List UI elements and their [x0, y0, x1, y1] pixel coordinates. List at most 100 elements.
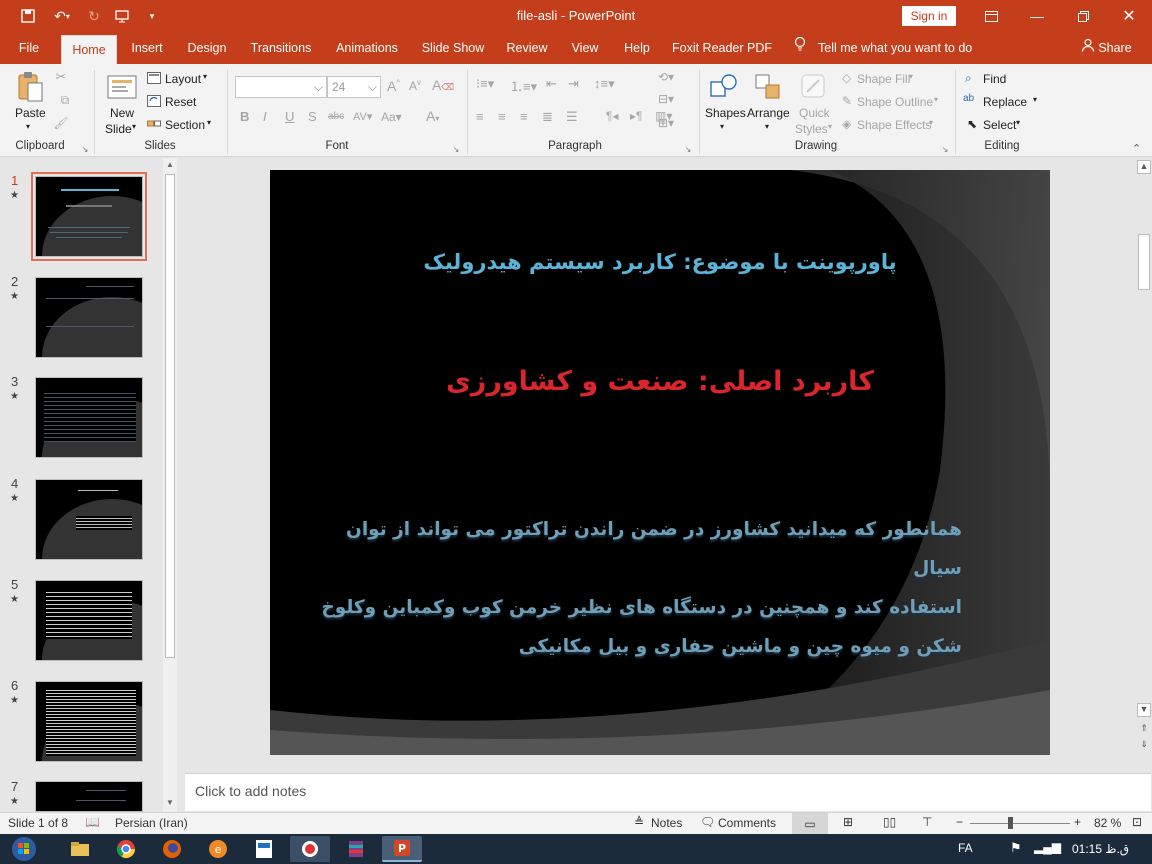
slideshow-view-icon[interactable]: ⊤ [922, 815, 932, 829]
next-slide-icon[interactable]: ⇓ [1137, 739, 1151, 753]
decrease-indent-icon[interactable]: ⇤ [546, 76, 557, 92]
arrange-icon[interactable] [752, 70, 784, 104]
powerpoint-taskbar-icon[interactable]: P [382, 836, 422, 862]
font-size-dropdown[interactable]: 24 ⌵ [327, 76, 381, 98]
layout-button[interactable]: Layout [165, 72, 201, 86]
tab-slide-show[interactable]: Slide Show [418, 32, 488, 64]
shape-outline-button[interactable]: Shape Outline [857, 95, 933, 109]
file-explorer-icon[interactable] [60, 836, 100, 862]
comments-icon[interactable]: 🗨 [700, 815, 715, 829]
shape-fill-button[interactable]: Shape Fill [857, 72, 910, 86]
tell-me-search[interactable]: Tell me what you want to do [818, 32, 978, 64]
right-to-left-icon[interactable]: ¶◂ [606, 109, 618, 123]
shape-effects-button[interactable]: Shape Effects [857, 118, 932, 132]
drawing-launcher-icon[interactable]: ↘ [940, 144, 950, 154]
shapes-button[interactable]: Shapes [705, 106, 746, 120]
slide-thumbnail-4[interactable] [35, 479, 143, 560]
scroll-down-icon[interactable]: ▼ [163, 798, 177, 810]
slide-body-text[interactable]: همانطور که میدانید کشاورز در ضمن راندن ت… [310, 510, 962, 666]
bullets-icon[interactable]: ⁝≡▾ [476, 76, 494, 92]
ribbon-display-options-icon[interactable] [968, 0, 1014, 32]
slide-scrollbar[interactable]: ▲ ▼ ⇑ ⇓ [1137, 158, 1151, 772]
slide-subtitle[interactable]: کاربرد اصلی: صنعت و کشاورزی [290, 366, 1030, 397]
zoom-in-icon[interactable]: + [1074, 815, 1081, 829]
sign-in-button[interactable]: Sign in [902, 6, 956, 26]
align-left-icon[interactable]: ≡ [476, 109, 484, 124]
slide-thumbnail-7[interactable] [35, 781, 143, 812]
tab-design[interactable]: Design [180, 32, 234, 64]
text-direction-icon[interactable]: ⟲▾ [658, 70, 674, 84]
shapes-dropdown-icon[interactable]: ▾ [720, 122, 724, 131]
format-painter-icon[interactable]: 🖌 [53, 116, 68, 130]
tab-animations[interactable]: Animations [328, 32, 406, 64]
replace-icon[interactable]: ab [963, 93, 974, 104]
winrar-icon[interactable] [336, 836, 376, 862]
slide-thumbnail-1[interactable] [31, 172, 147, 261]
strikethrough-icon[interactable]: abc [328, 111, 344, 122]
paste-dropdown-icon[interactable]: ▾ [26, 122, 30, 131]
browser-app-icon[interactable]: e [198, 836, 238, 862]
tab-insert[interactable]: Insert [124, 32, 170, 64]
tab-home[interactable]: Home [61, 35, 117, 64]
clear-formatting-icon[interactable]: A⌫ [432, 77, 454, 93]
notes-pane[interactable]: Click to add notes [185, 773, 1151, 811]
align-right-icon[interactable]: ≡ [520, 109, 528, 124]
zoom-out-icon[interactable]: − [956, 815, 963, 829]
clock[interactable]: 01:15 ق.ظ [1072, 842, 1129, 856]
arrange-button[interactable]: Arrange [747, 106, 790, 120]
bold-icon[interactable]: B [240, 109, 249, 124]
slide-title[interactable]: پاورپوینت با موضوع: کاربرد سیستم هیدرولی… [290, 250, 1030, 274]
justify-icon[interactable]: ≣ [542, 109, 553, 125]
select-cursor-icon[interactable]: ⬉ [967, 117, 977, 131]
left-to-right-icon[interactable]: ▸¶ [630, 109, 642, 123]
restore-icon[interactable] [1060, 0, 1106, 32]
shape-outline-dropdown-icon[interactable]: ▾ [934, 95, 938, 104]
firefox-icon[interactable] [152, 836, 192, 862]
collapse-ribbon-icon[interactable]: ⌃ [1132, 142, 1141, 155]
change-case-icon[interactable]: Aa▾ [381, 110, 402, 124]
slide-thumbnail-2[interactable] [35, 277, 143, 358]
font-color-icon[interactable]: A▾ [426, 108, 439, 124]
line-spacing-icon[interactable]: ↕≡▾ [594, 76, 615, 92]
slide-scroll-thumb[interactable] [1138, 234, 1150, 290]
italic-icon[interactable]: I [263, 109, 267, 124]
reset-icon[interactable] [146, 94, 162, 108]
paragraph-launcher-icon[interactable]: ↘ [683, 144, 693, 154]
share-button[interactable]: Share [1098, 32, 1132, 64]
chrome-icon[interactable] [106, 836, 146, 862]
slide-thumbnail-6[interactable] [35, 681, 143, 762]
scroll-up-icon[interactable]: ▲ [1137, 160, 1151, 174]
new-slide-label-2[interactable]: Slide [105, 122, 132, 136]
scroll-up-icon[interactable]: ▲ [163, 160, 177, 172]
convert-smartart-icon[interactable]: ⊞▾ [658, 116, 674, 130]
text-shadow-icon[interactable]: S [308, 109, 317, 124]
select-button[interactable]: Select [983, 118, 1016, 132]
network-icon[interactable]: ▂▄▆ [1034, 840, 1061, 854]
language-indicator[interactable]: Persian (Iran) [115, 816, 188, 830]
copy-icon[interactable]: ⧉ [54, 93, 76, 107]
increase-indent-icon[interactable]: ⇥ [568, 76, 579, 92]
cut-icon[interactable]: ✂ [54, 69, 68, 84]
section-dropdown-icon[interactable]: ▾ [207, 118, 211, 127]
shape-fill-icon[interactable]: ◇ [842, 71, 851, 85]
thumbnail-scrollbar[interactable]: ▲ ▼ [163, 158, 177, 812]
new-slide-label-1[interactable]: New [110, 106, 134, 120]
zoom-slider[interactable] [970, 823, 1070, 824]
tab-view[interactable]: View [565, 32, 605, 64]
shape-effects-dropdown-icon[interactable]: ▾ [929, 118, 933, 127]
tab-help[interactable]: Help [618, 32, 656, 64]
underline-icon[interactable]: U [285, 109, 294, 124]
section-button[interactable]: Section [165, 118, 205, 132]
replace-dropdown-icon[interactable]: ▾ [1033, 95, 1037, 104]
close-icon[interactable]: ✕ [1106, 0, 1152, 32]
find-icon[interactable]: ⌕ [965, 71, 972, 86]
slide-canvas[interactable]: پاورپوینت با موضوع: کاربرد سیستم هیدرولی… [270, 170, 1050, 755]
section-icon[interactable] [146, 117, 162, 131]
character-spacing-icon[interactable]: AV▾ [353, 110, 372, 123]
align-center-icon[interactable]: ≡ [498, 109, 506, 124]
thumbnail-scroll-thumb[interactable] [165, 174, 175, 658]
minimize-icon[interactable]: — [1014, 0, 1060, 32]
quick-styles-icon[interactable] [798, 70, 830, 104]
tab-transitions[interactable]: Transitions [244, 32, 318, 64]
notes-toggle-icon[interactable]: ≜ [634, 815, 644, 829]
